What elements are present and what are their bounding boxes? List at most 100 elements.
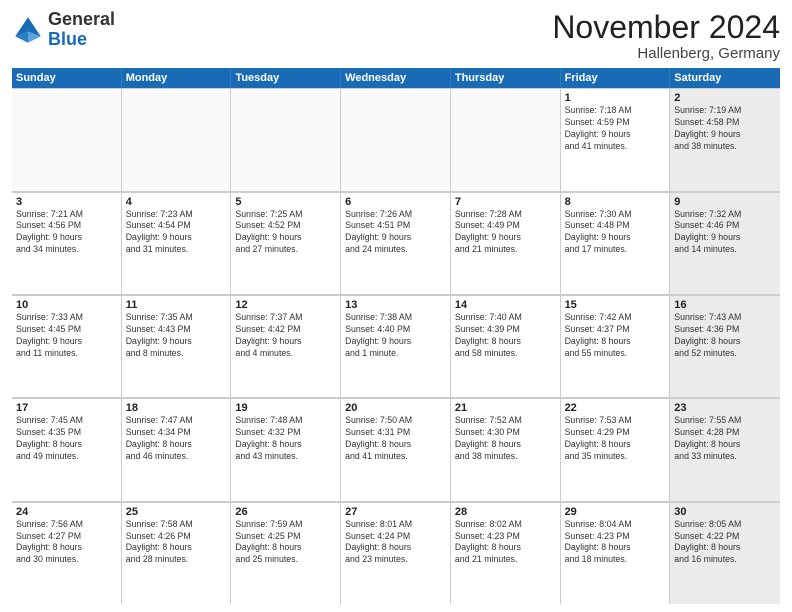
day-info: Sunrise: 7:47 AM Sunset: 4:34 PM Dayligh… — [126, 415, 227, 463]
day-info: Sunrise: 7:43 AM Sunset: 4:36 PM Dayligh… — [674, 312, 776, 360]
day-cell-20: 20Sunrise: 7:50 AM Sunset: 4:31 PM Dayli… — [341, 399, 451, 500]
day-info: Sunrise: 7:21 AM Sunset: 4:56 PM Dayligh… — [16, 209, 117, 257]
day-info: Sunrise: 7:28 AM Sunset: 4:49 PM Dayligh… — [455, 209, 556, 257]
day-cell-5: 5Sunrise: 7:25 AM Sunset: 4:52 PM Daylig… — [231, 193, 341, 294]
day-info: Sunrise: 7:25 AM Sunset: 4:52 PM Dayligh… — [235, 209, 336, 257]
day-info: Sunrise: 7:18 AM Sunset: 4:59 PM Dayligh… — [565, 105, 666, 153]
day-cell-2: 2Sunrise: 7:19 AM Sunset: 4:58 PM Daylig… — [670, 89, 780, 190]
day-info: Sunrise: 7:38 AM Sunset: 4:40 PM Dayligh… — [345, 312, 446, 360]
day-cell-26: 26Sunrise: 7:59 AM Sunset: 4:25 PM Dayli… — [231, 503, 341, 604]
calendar: SundayMondayTuesdayWednesdayThursdayFrid… — [12, 68, 780, 604]
day-number: 29 — [565, 506, 666, 518]
empty-cell-0-0 — [12, 89, 122, 190]
day-info: Sunrise: 7:59 AM Sunset: 4:25 PM Dayligh… — [235, 519, 336, 567]
day-of-week-monday: Monday — [122, 68, 232, 88]
day-info: Sunrise: 7:37 AM Sunset: 4:42 PM Dayligh… — [235, 312, 336, 360]
day-number: 24 — [16, 506, 117, 518]
day-of-week-thursday: Thursday — [451, 68, 561, 88]
day-cell-11: 11Sunrise: 7:35 AM Sunset: 4:43 PM Dayli… — [122, 296, 232, 397]
day-number: 23 — [674, 402, 776, 414]
day-info: Sunrise: 8:02 AM Sunset: 4:23 PM Dayligh… — [455, 519, 556, 567]
empty-cell-0-1 — [122, 89, 232, 190]
day-cell-15: 15Sunrise: 7:42 AM Sunset: 4:37 PM Dayli… — [561, 296, 671, 397]
day-number: 3 — [16, 196, 117, 208]
day-number: 7 — [455, 196, 556, 208]
day-cell-29: 29Sunrise: 8:04 AM Sunset: 4:23 PM Dayli… — [561, 503, 671, 604]
calendar-body: 1Sunrise: 7:18 AM Sunset: 4:59 PM Daylig… — [12, 88, 780, 604]
day-number: 1 — [565, 92, 666, 104]
day-cell-1: 1Sunrise: 7:18 AM Sunset: 4:59 PM Daylig… — [561, 89, 671, 190]
day-number: 10 — [16, 299, 117, 311]
day-number: 11 — [126, 299, 227, 311]
header: General Blue November 2024 Hallenberg, G… — [12, 10, 780, 62]
day-number: 2 — [674, 92, 776, 104]
day-info: Sunrise: 7:48 AM Sunset: 4:32 PM Dayligh… — [235, 415, 336, 463]
day-number: 9 — [674, 196, 776, 208]
day-info: Sunrise: 7:40 AM Sunset: 4:39 PM Dayligh… — [455, 312, 556, 360]
calendar-row-1: 1Sunrise: 7:18 AM Sunset: 4:59 PM Daylig… — [12, 88, 780, 191]
day-number: 4 — [126, 196, 227, 208]
calendar-row-3: 10Sunrise: 7:33 AM Sunset: 4:45 PM Dayli… — [12, 295, 780, 398]
day-of-week-wednesday: Wednesday — [341, 68, 451, 88]
day-cell-24: 24Sunrise: 7:56 AM Sunset: 4:27 PM Dayli… — [12, 503, 122, 604]
day-number: 12 — [235, 299, 336, 311]
day-number: 17 — [16, 402, 117, 414]
day-cell-4: 4Sunrise: 7:23 AM Sunset: 4:54 PM Daylig… — [122, 193, 232, 294]
day-number: 5 — [235, 196, 336, 208]
day-info: Sunrise: 7:55 AM Sunset: 4:28 PM Dayligh… — [674, 415, 776, 463]
day-info: Sunrise: 7:52 AM Sunset: 4:30 PM Dayligh… — [455, 415, 556, 463]
day-of-week-tuesday: Tuesday — [231, 68, 341, 88]
day-cell-21: 21Sunrise: 7:52 AM Sunset: 4:30 PM Dayli… — [451, 399, 561, 500]
logo-icon — [12, 14, 44, 46]
day-cell-19: 19Sunrise: 7:48 AM Sunset: 4:32 PM Dayli… — [231, 399, 341, 500]
day-cell-28: 28Sunrise: 8:02 AM Sunset: 4:23 PM Dayli… — [451, 503, 561, 604]
day-number: 22 — [565, 402, 666, 414]
day-info: Sunrise: 7:58 AM Sunset: 4:26 PM Dayligh… — [126, 519, 227, 567]
day-info: Sunrise: 7:35 AM Sunset: 4:43 PM Dayligh… — [126, 312, 227, 360]
day-number: 15 — [565, 299, 666, 311]
day-number: 30 — [674, 506, 776, 518]
location: Hallenberg, Germany — [552, 45, 780, 62]
day-number: 27 — [345, 506, 446, 518]
logo-blue: Blue — [48, 30, 115, 50]
day-cell-22: 22Sunrise: 7:53 AM Sunset: 4:29 PM Dayli… — [561, 399, 671, 500]
day-info: Sunrise: 8:04 AM Sunset: 4:23 PM Dayligh… — [565, 519, 666, 567]
month-title: November 2024 — [552, 10, 780, 45]
day-cell-8: 8Sunrise: 7:30 AM Sunset: 4:48 PM Daylig… — [561, 193, 671, 294]
day-cell-12: 12Sunrise: 7:37 AM Sunset: 4:42 PM Dayli… — [231, 296, 341, 397]
day-cell-3: 3Sunrise: 7:21 AM Sunset: 4:56 PM Daylig… — [12, 193, 122, 294]
empty-cell-0-4 — [451, 89, 561, 190]
logo-general: General — [48, 10, 115, 30]
day-of-week-friday: Friday — [561, 68, 671, 88]
day-number: 8 — [565, 196, 666, 208]
day-cell-17: 17Sunrise: 7:45 AM Sunset: 4:35 PM Dayli… — [12, 399, 122, 500]
day-info: Sunrise: 7:30 AM Sunset: 4:48 PM Dayligh… — [565, 209, 666, 257]
day-number: 19 — [235, 402, 336, 414]
day-info: Sunrise: 7:26 AM Sunset: 4:51 PM Dayligh… — [345, 209, 446, 257]
day-info: Sunrise: 8:05 AM Sunset: 4:22 PM Dayligh… — [674, 519, 776, 567]
day-info: Sunrise: 7:32 AM Sunset: 4:46 PM Dayligh… — [674, 209, 776, 257]
day-cell-18: 18Sunrise: 7:47 AM Sunset: 4:34 PM Dayli… — [122, 399, 232, 500]
day-info: Sunrise: 7:33 AM Sunset: 4:45 PM Dayligh… — [16, 312, 117, 360]
day-number: 14 — [455, 299, 556, 311]
day-cell-6: 6Sunrise: 7:26 AM Sunset: 4:51 PM Daylig… — [341, 193, 451, 294]
page: General Blue November 2024 Hallenberg, G… — [0, 0, 792, 612]
day-number: 26 — [235, 506, 336, 518]
day-number: 13 — [345, 299, 446, 311]
day-of-week-sunday: Sunday — [12, 68, 122, 88]
day-number: 18 — [126, 402, 227, 414]
day-info: Sunrise: 7:19 AM Sunset: 4:58 PM Dayligh… — [674, 105, 776, 153]
day-info: Sunrise: 7:23 AM Sunset: 4:54 PM Dayligh… — [126, 209, 227, 257]
day-info: Sunrise: 8:01 AM Sunset: 4:24 PM Dayligh… — [345, 519, 446, 567]
empty-cell-0-2 — [231, 89, 341, 190]
title-block: November 2024 Hallenberg, Germany — [552, 10, 780, 62]
day-cell-23: 23Sunrise: 7:55 AM Sunset: 4:28 PM Dayli… — [670, 399, 780, 500]
empty-cell-0-3 — [341, 89, 451, 190]
day-cell-10: 10Sunrise: 7:33 AM Sunset: 4:45 PM Dayli… — [12, 296, 122, 397]
day-of-week-saturday: Saturday — [670, 68, 780, 88]
day-cell-13: 13Sunrise: 7:38 AM Sunset: 4:40 PM Dayli… — [341, 296, 451, 397]
day-cell-16: 16Sunrise: 7:43 AM Sunset: 4:36 PM Dayli… — [670, 296, 780, 397]
day-number: 16 — [674, 299, 776, 311]
day-cell-27: 27Sunrise: 8:01 AM Sunset: 4:24 PM Dayli… — [341, 503, 451, 604]
day-info: Sunrise: 7:42 AM Sunset: 4:37 PM Dayligh… — [565, 312, 666, 360]
